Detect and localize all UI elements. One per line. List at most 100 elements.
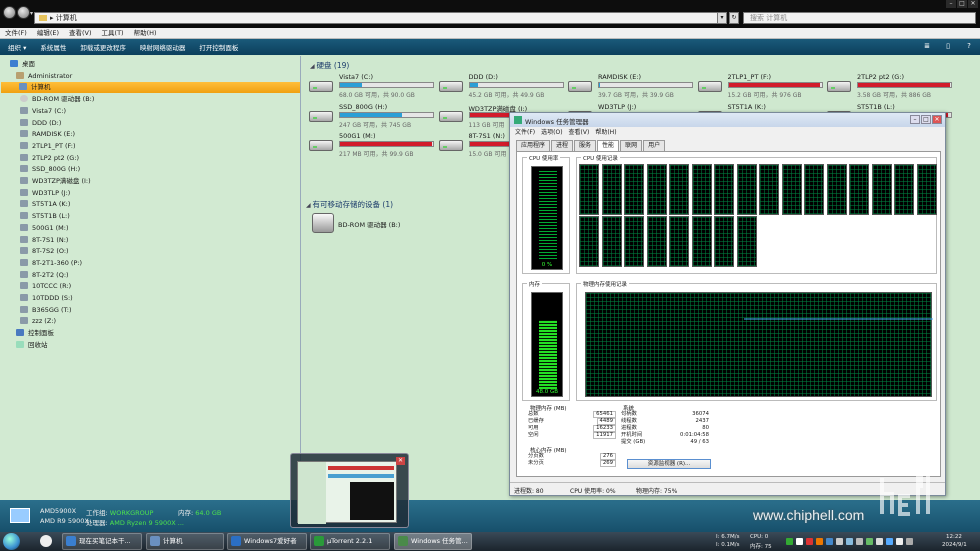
menu-item-3[interactable]: 工具(T) — [102, 28, 124, 38]
nav-item-22[interactable]: zzz (Z:) — [20, 316, 56, 327]
removable-group-header[interactable]: 有可移动存储的设备 (1) — [306, 199, 394, 210]
nav-item-18[interactable]: 8T-2T2 (Q:) — [20, 270, 69, 281]
search-input[interactable]: 搜索 计算机 — [743, 12, 976, 24]
taskbar-button-2[interactable]: Windows7爱好者 — [227, 533, 307, 550]
nav-item-5[interactable]: DDD (D:) — [20, 118, 61, 129]
tray-antivirus-icon[interactable] — [806, 538, 813, 545]
taskbar-button-4[interactable]: Windows 任务管... — [394, 533, 472, 550]
tm-menu-item-1[interactable]: 选项(O) — [541, 127, 562, 138]
drive-item[interactable]: DDD (D:) 45.2 GB 可用，共 49.9 GB — [432, 73, 564, 101]
tm-menu-item-3[interactable]: 帮助(H) — [595, 127, 616, 138]
tm-menu-item-0[interactable]: 文件(F) — [515, 127, 535, 138]
tm-tab-4[interactable]: 联网 — [620, 140, 643, 151]
nav-item-21[interactable]: B365GG (T:) — [20, 305, 72, 316]
nav-item-23[interactable]: 控制面板 — [16, 328, 54, 339]
cpu-core-graph — [804, 164, 824, 215]
tray-update-icon[interactable] — [816, 538, 823, 545]
toolbar-button-0[interactable]: 组织 ▾ — [8, 42, 26, 52]
tm-tab-2[interactable]: 服务 — [574, 140, 597, 151]
tm-tab-0[interactable]: 应用程序 — [516, 140, 551, 151]
bd-rom-drive-item[interactable]: BD-ROM 驱动器 (B:) — [310, 213, 510, 235]
drive-item[interactable]: Vista7 (C:) 68.0 GB 可用，共 90.0 GB — [302, 73, 434, 101]
taskbar-button-label: µTorrent 2.2.1 — [327, 537, 373, 545]
change-view-icon[interactable]: ≣ — [922, 42, 932, 51]
toolbar-button-2[interactable]: 卸载或更改程序 — [80, 42, 126, 52]
nav-item-2[interactable]: 计算机 — [1, 82, 300, 94]
memory-value: 64.0 GB — [195, 509, 222, 517]
tray-volume-icon[interactable] — [876, 538, 883, 545]
drive-item[interactable]: 2TLP2 pt2 (G:) 3.58 GB 可用，共 886 GB — [820, 73, 952, 101]
tray-app-icon[interactable] — [796, 538, 803, 545]
nav-item-19[interactable]: 10TCCC (R:) — [20, 281, 71, 292]
drive-item[interactable]: 2TLP1_PT (F:) 15.2 GB 可用，共 976 GB — [691, 73, 823, 101]
nav-item-0[interactable]: 桌面 — [10, 59, 35, 70]
address-field[interactable]: ▸ 计算机 — [34, 12, 727, 24]
task-manager-titlebar[interactable]: Windows 任务管理器 – □ ✕ — [510, 113, 945, 127]
hard-disk-group-header[interactable]: 硬盘 (19) — [310, 60, 350, 71]
taskbar-thumbnail-preview[interactable]: ✕ — [290, 453, 409, 528]
nav-item-1[interactable]: Administrator — [16, 71, 72, 82]
refresh-button[interactable]: ↻ — [729, 12, 739, 24]
hard-drive-icon — [827, 81, 851, 92]
taskbar-button-0[interactable]: 现在买笔记本干... — [62, 533, 142, 550]
nav-item-16[interactable]: 8T-7S2 (O:) — [20, 246, 69, 257]
nav-item-8[interactable]: 2TLP2 pt2 (G:) — [20, 153, 79, 164]
drive-item[interactable]: RAMDISK (E:) 39.7 GB 可用，共 39.9 GB — [561, 73, 693, 101]
nav-item-3[interactable]: BD-ROM 驱动器 (B:) — [20, 94, 94, 105]
tray-network-icon[interactable] — [786, 538, 793, 545]
nav-item-4[interactable]: Vista7 (C:) — [20, 106, 66, 117]
nav-item-11[interactable]: WD3TLP (J:) — [20, 188, 70, 199]
tray-bluetooth-icon[interactable] — [826, 538, 833, 545]
tm-tab-1[interactable]: 进程 — [551, 140, 574, 151]
menu-item-0[interactable]: 文件(F) — [5, 28, 27, 38]
tm-close-button[interactable]: ✕ — [932, 115, 942, 124]
drive-item[interactable]: 500G1 (M:) 217 MB 可用，共 99.9 GB — [302, 132, 434, 160]
tm-maximize-button[interactable]: □ — [921, 115, 931, 124]
nav-item-14[interactable]: 500G1 (M:) — [20, 223, 69, 234]
tm-tab-5[interactable]: 用户 — [643, 140, 666, 151]
address-dropdown-button[interactable]: ▾ — [717, 12, 727, 24]
drive-item[interactable]: SSD_800G (H:) 247 GB 可用，共 745 GB — [302, 103, 434, 131]
alien-app-icon[interactable] — [40, 535, 52, 547]
help-icon[interactable]: ? — [964, 42, 974, 51]
close-button[interactable]: ✕ — [968, 0, 978, 8]
tray-usb-icon[interactable] — [856, 538, 863, 545]
nav-item-24[interactable]: 回收站 — [16, 340, 48, 351]
tray-language-icon[interactable] — [836, 538, 843, 545]
taskbar-button-1[interactable]: 计算机 — [146, 533, 224, 550]
menu-item-4[interactable]: 帮助(H) — [134, 28, 157, 38]
tray-monitor-icon[interactable] — [846, 538, 853, 545]
nav-item-10[interactable]: WD3TZP满磁盘 (I:) — [20, 176, 91, 187]
nav-item-20[interactable]: 10TDDD (S:) — [20, 293, 73, 304]
tray-display-icon[interactable] — [886, 538, 893, 545]
thumbnail-close-icon[interactable]: ✕ — [396, 457, 405, 465]
nav-item-12[interactable]: ST5T1A (K:) — [20, 199, 70, 210]
tray-flag-icon[interactable] — [866, 538, 873, 545]
stat-key: 未分页 — [528, 460, 544, 466]
menu-item-2[interactable]: 查看(V) — [69, 28, 92, 38]
tm-minimize-button[interactable]: – — [910, 115, 920, 124]
nav-item-9[interactable]: SSD_800G (H:) — [20, 164, 80, 175]
start-button[interactable] — [3, 533, 20, 550]
preview-pane-icon[interactable]: ▯ — [943, 42, 953, 51]
taskbar-button-3[interactable]: µTorrent 2.2.1 — [310, 533, 390, 550]
tray-input-icon[interactable] — [896, 538, 903, 545]
forward-button[interactable] — [17, 6, 30, 19]
back-button[interactable] — [3, 6, 16, 19]
tm-menu-item-2[interactable]: 查看(V) — [569, 127, 590, 138]
nav-item-17[interactable]: 8T-2T1-360 (P:) — [20, 258, 82, 269]
resource-monitor-button[interactable]: 资源监视器 (R)... — [627, 459, 711, 469]
tray-clock-time[interactable]: 12:22 — [946, 534, 962, 540]
toolbar-button-1[interactable]: 系统属性 — [40, 42, 66, 52]
maximize-button[interactable]: □ — [957, 0, 967, 8]
nav-item-6[interactable]: RAMDISK (E:) — [20, 129, 75, 140]
toolbar-button-3[interactable]: 映射网络驱动器 — [140, 42, 186, 52]
tray-clock-date[interactable]: 2024/9/1 — [942, 542, 967, 548]
menu-item-1[interactable]: 编辑(E) — [37, 28, 59, 38]
nav-item-15[interactable]: 8T-7S1 (N:) — [20, 235, 68, 246]
toolbar-button-4[interactable]: 打开控制面板 — [199, 42, 238, 52]
tray-power-icon[interactable] — [906, 538, 913, 545]
nav-item-7[interactable]: 2TLP1_PT (F:) — [20, 141, 76, 152]
nav-item-13[interactable]: ST5T1B (L:) — [20, 211, 70, 222]
minimize-button[interactable]: – — [946, 0, 956, 8]
